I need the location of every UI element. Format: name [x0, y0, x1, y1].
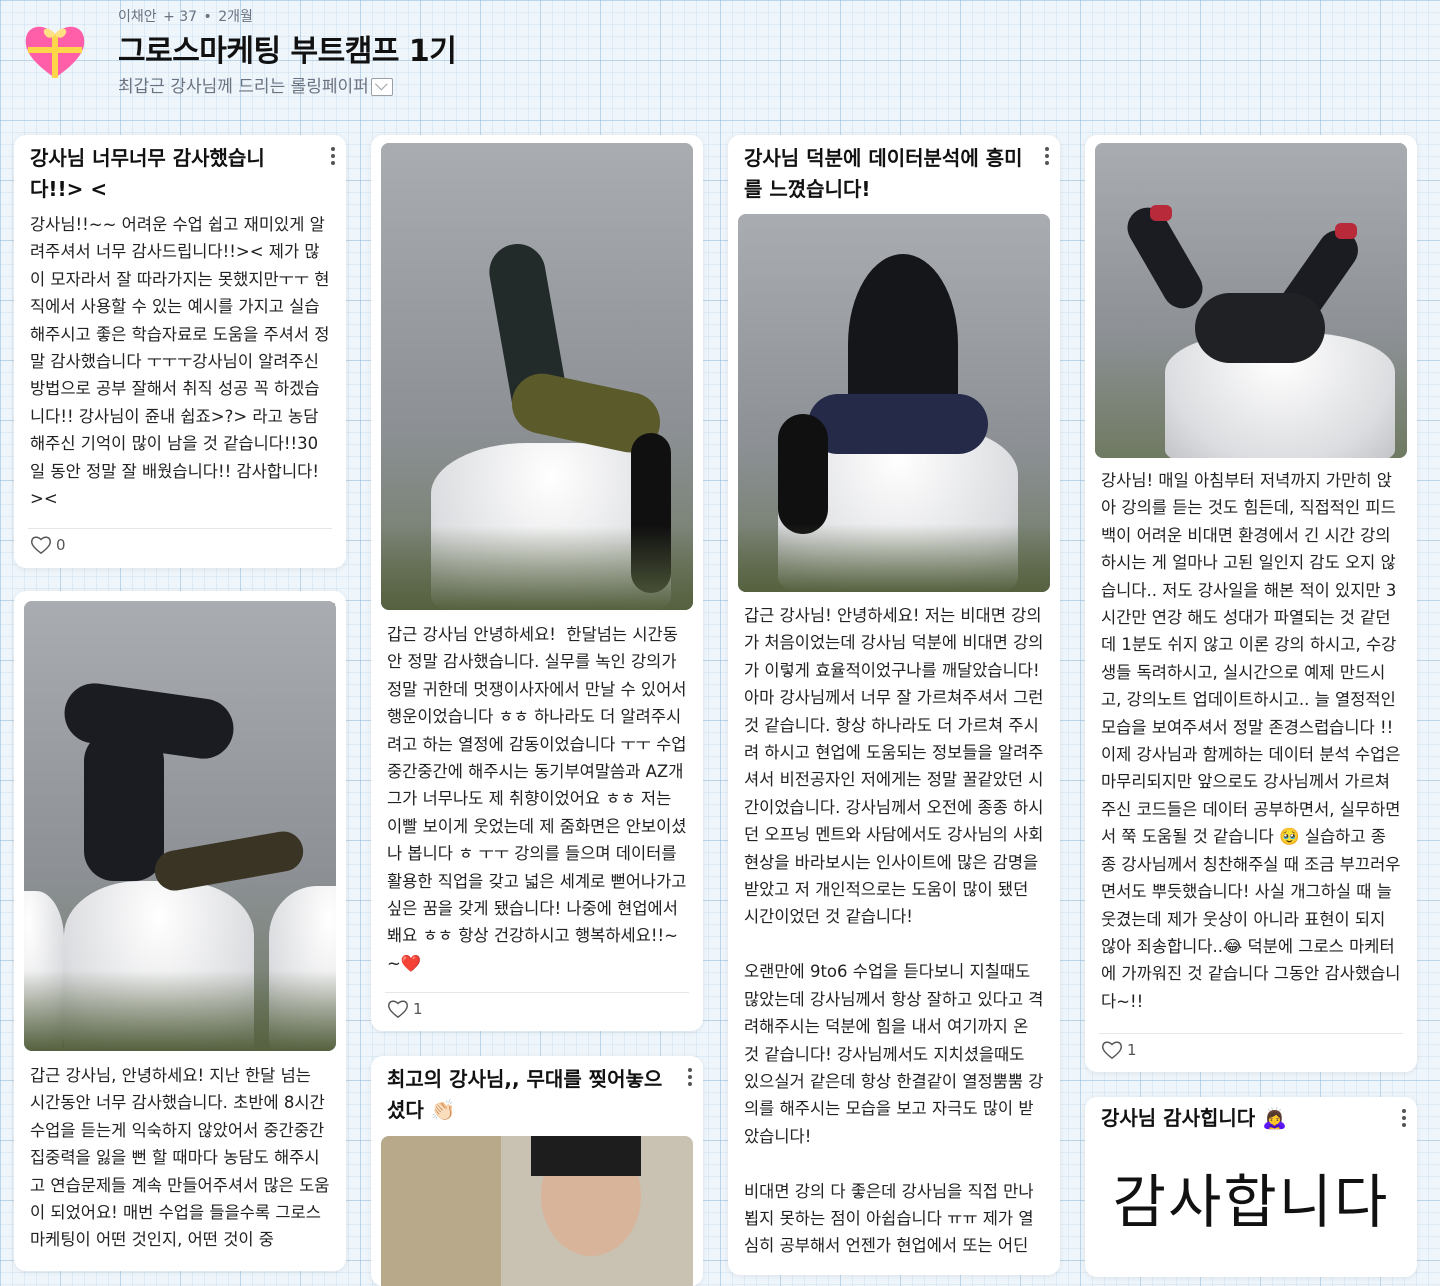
more-options-icon[interactable] [687, 1068, 693, 1088]
more-options-icon[interactable] [330, 147, 336, 167]
envelope-icon [370, 78, 393, 96]
divider [385, 992, 689, 993]
post-card[interactable]: 최고의 강사님,, 무대를 찢어놓으셨다 👏🏻 [371, 1056, 703, 1286]
more-options-icon[interactable] [1044, 147, 1050, 167]
like-count: 1 [413, 1000, 423, 1018]
post-card[interactable]: 강사님 덕분에 데이터분석에 흥미를 느꼈습니다! 갑근 강사님! 안녕하세요!… [728, 135, 1060, 1275]
like-count: 1 [1127, 1041, 1137, 1059]
board-header: 이채안 + 37 • 2개월 그로스마케팅 부트캠프 1기 최갑근 강사님께 드… [22, 0, 722, 110]
post-body: 강사님! 매일 아침부터 저녁까지 가만히 앉아 강의를 듣는 것도 힘든데, … [1101, 471, 1406, 1011]
post-photo [1095, 143, 1407, 458]
board-title: 그로스마케팅 부트캠프 1기 [118, 34, 457, 69]
post-photo [738, 214, 1050, 592]
heart-outline-icon [31, 536, 51, 555]
post-card[interactable]: 갑근 강사님, 안녕하세요! 지난 한달 넘는 시간동안 너무 감사했습니다. … [14, 591, 346, 1271]
contributor-count: + 37 [163, 9, 198, 25]
post-title: 강사님 감사힙니다 🙇‍♀️ [1101, 1106, 1288, 1130]
post-card[interactable]: 강사님! 매일 아침부터 저녁까지 가만히 앉아 강의를 듣는 것도 힘든데, … [1085, 135, 1417, 1072]
post-card[interactable]: 갑근 강사님 안녕하세요! 한달넘는 시간동안 정말 감사했습니다. 실무를 녹… [371, 135, 703, 1031]
post-body: 갑근 강사님! 안녕하세요! 저는 비대면 강의가 처음이었는데 강사님 덕분에… [744, 606, 1044, 1256]
heart-outline-icon [388, 1000, 408, 1019]
like-button[interactable]: 0 [30, 535, 66, 555]
like-count: 0 [56, 536, 66, 554]
post-title: 강사님 너무너무 감사했습니다!!> < [30, 146, 265, 201]
post-photo [24, 601, 336, 1051]
more-options-icon[interactable] [1401, 1109, 1407, 1129]
board-subtitle: 최갑근 강사님께 드리는 롤링페이퍼 [118, 72, 393, 97]
author-name[interactable]: 이채안 [118, 9, 157, 25]
post-body: 갑근 강사님 안녕하세요! 한달넘는 시간동안 정말 감사했습니다. 실무를 녹… [387, 625, 692, 973]
heart-outline-icon [1102, 1041, 1122, 1060]
like-button[interactable]: 1 [387, 999, 423, 1019]
gift-heart-icon [25, 26, 85, 78]
post-card[interactable]: 강사님 너무너무 감사했습니다!!> < 강사님!!~~ 어려운 수업 쉽고 재… [14, 135, 346, 568]
post-photo [381, 1136, 693, 1286]
handwritten-image: 감사합니다 [1112, 1168, 1390, 1236]
post-title: 최고의 강사님,, 무대를 찢어놓으셨다 👏🏻 [387, 1067, 663, 1122]
board-meta: 이채안 + 37 • 2개월 [118, 9, 253, 25]
divider [28, 528, 332, 529]
post-body: 강사님!!~~ 어려운 수업 쉽고 재미있게 알려주셔서 너무 감사드립니다!!… [30, 215, 330, 509]
post-title: 강사님 덕분에 데이터분석에 흥미를 느꼈습니다! [744, 146, 1023, 201]
post-card[interactable]: 강사님 감사힙니다 🙇‍♀️ 감사합니다 [1085, 1097, 1417, 1277]
like-button[interactable]: 1 [1101, 1040, 1137, 1060]
post-body: 갑근 강사님, 안녕하세요! 지난 한달 넘는 시간동안 너무 감사했습니다. … [30, 1066, 331, 1250]
divider [1099, 1033, 1403, 1034]
post-photo [381, 143, 693, 610]
time-ago: 2개월 [218, 9, 253, 25]
